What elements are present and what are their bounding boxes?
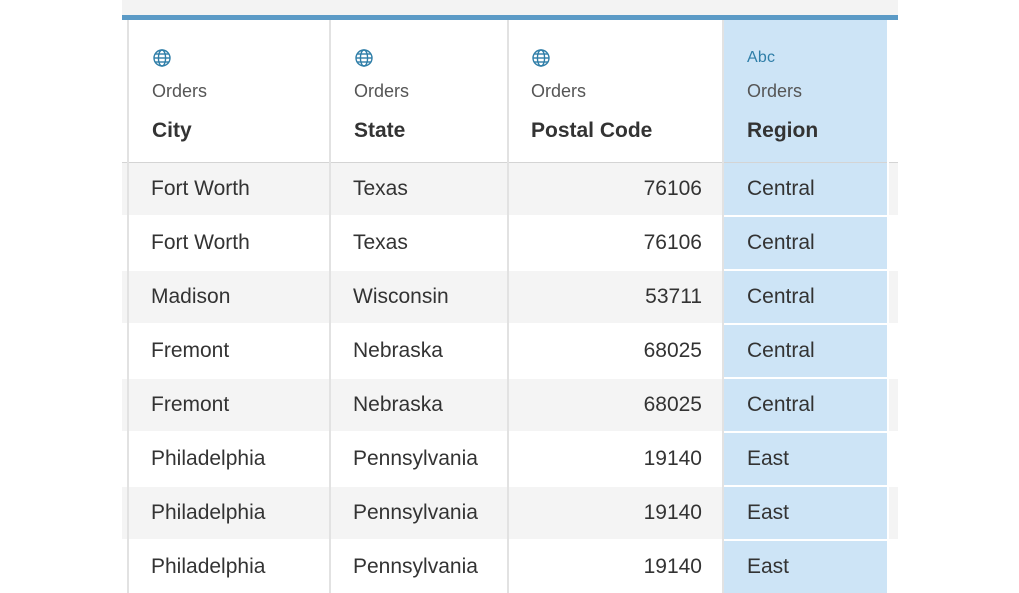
column-separator[interactable]: [507, 20, 509, 593]
cell-postal-code[interactable]: 68025: [508, 379, 702, 431]
cell-state[interactable]: Wisconsin: [353, 271, 449, 323]
cell-city[interactable]: Philadelphia: [151, 487, 265, 539]
cell-state[interactable]: Pennsylvania: [353, 433, 478, 485]
column-separator[interactable]: [722, 20, 724, 593]
cell-region[interactable]: Central: [747, 217, 815, 269]
column-separator[interactable]: [887, 20, 889, 593]
cell-state[interactable]: Nebraska: [353, 379, 443, 431]
cell-postal-code[interactable]: 19140: [508, 541, 702, 593]
column-separator[interactable]: [127, 20, 129, 593]
column-header-city[interactable]: Orders City: [129, 20, 329, 162]
column-field-name: Region: [747, 119, 819, 142]
cell-postal-code[interactable]: 53711: [508, 271, 702, 323]
table-row[interactable]: Fort Worth Texas 76106 Central: [122, 217, 898, 271]
globe-icon[interactable]: [152, 48, 172, 68]
cell-region[interactable]: East: [747, 433, 789, 485]
column-field-name: City: [152, 119, 192, 142]
cell-region[interactable]: East: [747, 487, 789, 539]
cell-region[interactable]: East: [747, 541, 789, 593]
cell-region[interactable]: Central: [747, 271, 815, 323]
column-separator[interactable]: [329, 20, 331, 593]
cell-region[interactable]: Central: [747, 379, 815, 431]
table-row[interactable]: Philadelphia Pennsylvania 19140 East: [122, 433, 898, 487]
cell-state[interactable]: Nebraska: [353, 325, 443, 377]
cell-city[interactable]: Madison: [151, 271, 230, 323]
cell-state[interactable]: Pennsylvania: [353, 487, 478, 539]
column-header-postal-code[interactable]: Orders Postal Code: [508, 20, 722, 162]
globe-icon[interactable]: [354, 48, 374, 68]
cell-state[interactable]: Texas: [353, 217, 408, 269]
table-header: Orders City Orders State Orders Postal C…: [122, 20, 898, 163]
cell-state[interactable]: Pennsylvania: [353, 541, 478, 593]
row-edge: [889, 487, 898, 539]
cell-state[interactable]: Texas: [353, 163, 408, 215]
cell-region[interactable]: Central: [747, 163, 815, 215]
table-row[interactable]: Fremont Nebraska 68025 Central: [122, 325, 898, 379]
column-header-region[interactable]: Abc Orders Region: [724, 20, 887, 162]
cell-region[interactable]: Central: [747, 325, 815, 377]
string-type-icon[interactable]: Abc: [747, 49, 775, 67]
cell-city[interactable]: Fremont: [151, 325, 229, 377]
cell-city[interactable]: Fort Worth: [151, 163, 250, 215]
column-field-name: Postal Code: [531, 119, 653, 142]
column-header-state[interactable]: Orders State: [331, 20, 507, 162]
row-edge: [889, 271, 898, 323]
cell-city[interactable]: Fort Worth: [151, 217, 250, 269]
data-grid-view: Orders City Orders State Orders Postal C…: [0, 0, 1019, 593]
column-source-label: Orders: [531, 81, 587, 101]
column-source-label: Orders: [747, 81, 803, 101]
cell-postal-code[interactable]: 19140: [508, 433, 702, 485]
table-row[interactable]: Madison Wisconsin 53711 Central: [122, 271, 898, 325]
table-body: Fort Worth Texas 76106 Central Fort Wort…: [122, 163, 898, 593]
row-edge: [889, 379, 898, 431]
cell-postal-code[interactable]: 68025: [508, 325, 702, 377]
table-row[interactable]: Philadelphia Pennsylvania 19140 East: [122, 541, 898, 593]
column-source-label: Orders: [152, 81, 208, 101]
globe-icon[interactable]: [531, 48, 551, 68]
cell-city[interactable]: Philadelphia: [151, 541, 265, 593]
cell-postal-code[interactable]: 19140: [508, 487, 702, 539]
table-row[interactable]: Philadelphia Pennsylvania 19140 East: [122, 487, 898, 541]
data-table: Orders City Orders State Orders Postal C…: [122, 20, 898, 593]
row-edge: [889, 163, 898, 215]
cell-city[interactable]: Fremont: [151, 379, 229, 431]
column-source-label: Orders: [354, 81, 410, 101]
table-row[interactable]: Fremont Nebraska 68025 Central: [122, 379, 898, 433]
column-field-name: State: [354, 119, 406, 142]
cell-city[interactable]: Philadelphia: [151, 433, 265, 485]
cell-postal-code[interactable]: 76106: [508, 163, 702, 215]
toolbar-strip: [122, 0, 898, 15]
cell-postal-code[interactable]: 76106: [508, 217, 702, 269]
table-row[interactable]: Fort Worth Texas 76106 Central: [122, 163, 898, 217]
